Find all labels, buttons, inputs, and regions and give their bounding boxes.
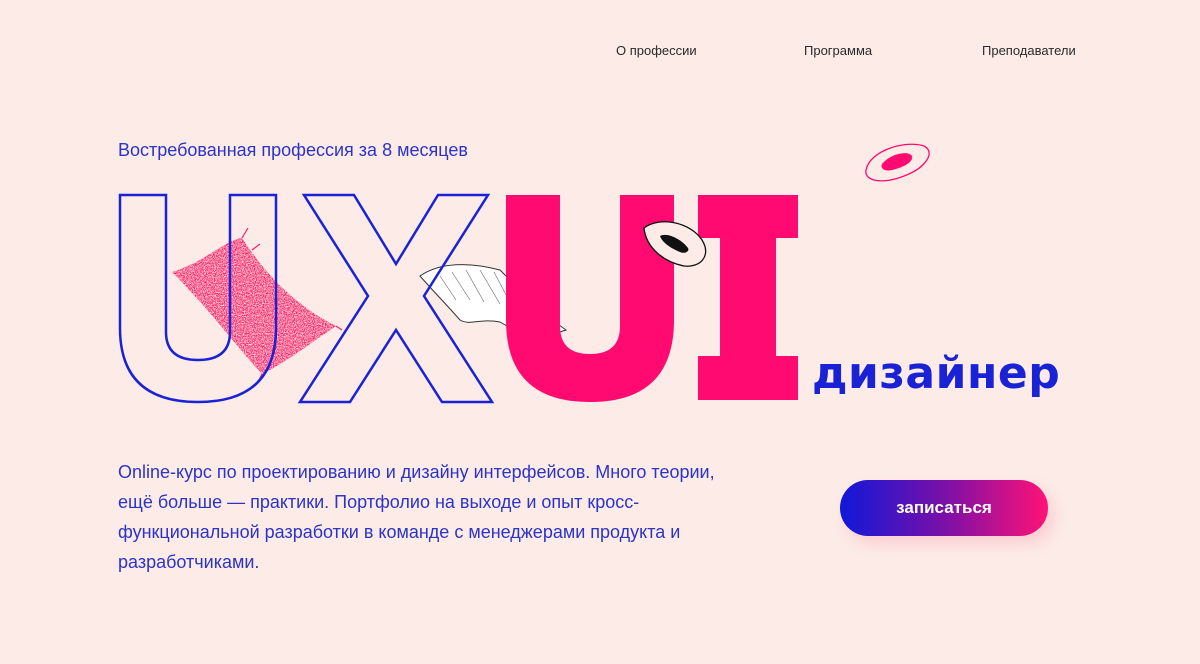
floating-pill-pink (865, 143, 930, 182)
enroll-button[interactable]: записаться (840, 480, 1048, 536)
title-solid-text: UI (506, 195, 798, 402)
title-outline-text: UX (120, 195, 490, 402)
hero-description: Online-курс по проектированию и дизайну … (118, 462, 715, 572)
hero-subtitle: дизайнер (812, 348, 1061, 399)
